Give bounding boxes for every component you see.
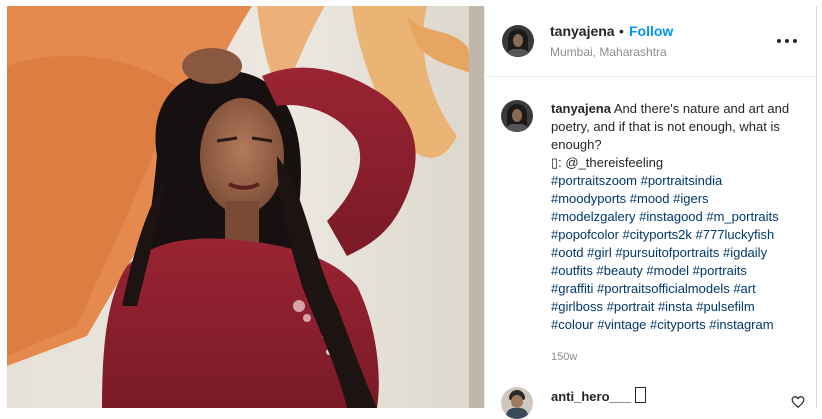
hashtag-line[interactable]: #graffiti #portraitsofficialmodels #art [551,281,756,296]
more-options-icon[interactable] [775,33,803,49]
hashtag-line[interactable]: #outfits #beauty #model #portraits [551,263,747,278]
profile-username[interactable]: tanyajena [550,23,615,39]
hashtag-line[interactable]: #girlboss #portrait #insta #pulsefilm [551,299,755,314]
commenter-avatar[interactable] [501,387,533,419]
hashtag-line[interactable]: #modelzgalery #instagood #m_portraits [551,209,779,224]
hashtag-line[interactable]: #colour #vintage #cityports #instagram [551,317,774,332]
caption-credit: ▯: @_thereisfeeling [551,155,664,170]
hashtag-line[interactable]: #ootd #girl #pursuitofportraits #igdaily [551,245,767,260]
separator-dot: • [619,23,624,39]
post-photo[interactable] [7,6,485,408]
hashtag-line[interactable]: #popofcolor #cityports2k #777luckyfish [551,227,774,242]
commenter-username[interactable]: anti_hero___ [551,389,631,404]
heart-icon[interactable] [791,395,805,409]
post-timestamp[interactable]: 150w [551,351,577,363]
caption-text: tanyajena And there's nature and art and… [551,100,811,334]
hashtag-line[interactable]: #moodyports #mood #igers [551,191,709,206]
caption-username[interactable]: tanyajena [551,101,611,116]
profile-avatar[interactable] [502,25,534,57]
post-location[interactable]: Mumbai, Maharashtra [550,45,667,59]
emoji-placeholder-icon [635,387,646,403]
post-modal: tanyajena • Follow Mumbai, Maharashtra t… [0,0,822,419]
caption-avatar[interactable] [501,100,533,132]
follow-button[interactable]: Follow [629,23,673,39]
hashtag-line[interactable]: #portraitszoom #portraitsindia [551,173,722,188]
post-header: tanyajena • Follow Mumbai, Maharashtra [485,6,816,77]
hashtags: #portraitszoom #portraitsindia #moodypor… [551,173,779,332]
post-sidebar: tanyajena • Follow Mumbai, Maharashtra t… [485,6,817,419]
portrait-image [7,6,484,408]
